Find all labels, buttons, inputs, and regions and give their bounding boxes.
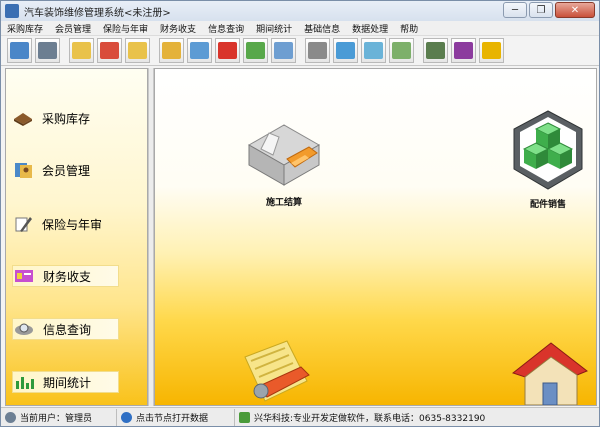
- pda-icon: [426, 42, 445, 59]
- transfer-icon: [100, 42, 119, 59]
- title-bar: 汽车装饰维修管理系统<未注册> ─ ❐ ✕: [1, 1, 599, 21]
- search-icon: [308, 42, 327, 59]
- module-settlement[interactable]: 施工结算: [239, 115, 329, 208]
- toolbar-button-umbrella[interactable]: [215, 38, 240, 63]
- printer-icon: [38, 42, 57, 59]
- minimize-icon: ─: [511, 4, 519, 16]
- home-house-icon[interactable]: [507, 337, 591, 406]
- nav-label: 期间统计: [43, 375, 92, 390]
- folder-icon: [72, 42, 91, 59]
- nav-panel: 采购库存 会员管理 保险与年审 财务收支 信息查询 期间统计: [5, 68, 148, 406]
- toolbar-button-help-book[interactable]: [451, 38, 476, 63]
- help-book-icon: [454, 42, 473, 59]
- parts-sales-cube-icon: [513, 110, 583, 190]
- edit-document-icon: [190, 42, 209, 59]
- toolbar: [1, 36, 599, 66]
- nav-label: 财务收支: [43, 269, 92, 284]
- toolbar-button-open-folder[interactable]: [159, 38, 184, 63]
- nav-item-purchase-stock[interactable]: 采购库存: [12, 107, 90, 129]
- menu-help[interactable]: 帮助: [394, 22, 424, 35]
- status-bar: 当前用户：管理员 点击节点打开数据 兴华科技:专业开发定做软件，联系电话：063…: [1, 407, 599, 426]
- minimize-button[interactable]: ─: [503, 2, 527, 18]
- purchase-stock-icon: [14, 113, 32, 126]
- nav-label: 保险与年审: [42, 217, 103, 232]
- toolbar-button-note[interactable]: [361, 38, 386, 63]
- menu-statistics[interactable]: 期间统计: [250, 22, 298, 35]
- menu-query[interactable]: 信息查询: [202, 22, 250, 35]
- status-company-text: 兴华科技:专业开发定做软件，联系电话：0635-8332190: [254, 413, 486, 424]
- exit-runner-icon: [482, 42, 501, 59]
- close-icon: ✕: [570, 4, 580, 16]
- status-user: 当前用户：管理员: [1, 408, 117, 426]
- restore-button[interactable]: ❐: [529, 2, 553, 18]
- bell-icon: [336, 42, 355, 59]
- picture-icon: [392, 42, 411, 59]
- app-icon: [5, 4, 19, 18]
- insurance-pen-icon: [15, 217, 32, 232]
- status-hint: 点击节点打开数据: [117, 408, 235, 426]
- nav-label: 会员管理: [42, 163, 91, 178]
- folder-icon: [128, 42, 147, 59]
- module-label: 配件销售: [529, 200, 566, 210]
- nav-item-query[interactable]: 信息查询: [12, 318, 119, 340]
- toolbar-button-picture[interactable]: [389, 38, 414, 63]
- close-button[interactable]: ✕: [555, 2, 595, 18]
- document-search-icon: [274, 42, 293, 59]
- toolbar-button-transfer[interactable]: [97, 38, 122, 63]
- toolbar-button-search[interactable]: [305, 38, 330, 63]
- nav-item-member[interactable]: 会员管理: [12, 159, 90, 181]
- company-icon: [239, 411, 250, 423]
- nav-label: 信息查询: [43, 322, 92, 337]
- menu-member[interactable]: 会员管理: [49, 22, 97, 35]
- notebook-icon: [246, 42, 265, 59]
- menu-bar: 采购库存 会员管理 保险与年审 财务收支 信息查询 期间统计 基础信息 数据处理…: [1, 21, 599, 36]
- nav-label: 采购库存: [42, 111, 91, 126]
- info-icon: [121, 411, 132, 423]
- toolbar-button-folder[interactable]: [125, 38, 150, 63]
- status-hint-text: 点击节点打开数据: [136, 413, 209, 424]
- user-icon: [5, 411, 16, 423]
- app-window: 汽车装饰维修管理系统<未注册> ─ ❐ ✕ 采购库存 会员管理 保险与年审 财务…: [0, 0, 600, 427]
- menu-data-processing[interactable]: 数据处理: [346, 22, 394, 35]
- settlement-drawer-icon: [247, 124, 321, 186]
- toolbar-button-notebook[interactable]: [243, 38, 268, 63]
- window-title: 汽车装饰维修管理系统<未注册>: [24, 7, 171, 19]
- nav-item-insurance[interactable]: 保险与年审: [12, 213, 102, 235]
- nav-item-finance[interactable]: 财务收支: [12, 265, 119, 287]
- toolbar-button-edit-document[interactable]: [187, 38, 212, 63]
- toolbar-button-bell[interactable]: [333, 38, 358, 63]
- menu-insurance[interactable]: 保险与年审: [97, 22, 154, 35]
- finance-icon: [15, 270, 33, 282]
- toolbar-button-exit-runner[interactable]: [479, 38, 504, 63]
- member-icon: [15, 163, 32, 178]
- menu-finance[interactable]: 财务收支: [154, 22, 202, 35]
- toolbar-button-printer[interactable]: [35, 38, 60, 63]
- toolbar-button-pda[interactable]: [423, 38, 448, 63]
- module-parts-sales[interactable]: 配件销售: [510, 109, 586, 210]
- status-company: 兴华科技:专业开发定做软件，联系电话：0635-8332190: [235, 409, 597, 426]
- computer-icon: [10, 42, 29, 59]
- module-label: 施工结算: [265, 198, 302, 208]
- toolbar-button-folder[interactable]: [69, 38, 94, 63]
- nav-item-statistics[interactable]: 期间统计: [12, 371, 119, 393]
- open-folder-icon: [162, 42, 181, 59]
- umbrella-icon: [218, 42, 237, 59]
- note-icon: [364, 42, 383, 59]
- menu-purchase-stock[interactable]: 采购库存: [1, 22, 49, 35]
- toolbar-button-document-search[interactable]: [271, 38, 296, 63]
- menu-basic-info[interactable]: 基础信息: [298, 22, 346, 35]
- restore-icon: ❐: [536, 4, 546, 16]
- status-user-text: 当前用户：管理员: [20, 413, 93, 424]
- repair-tools-icon[interactable]: [237, 337, 317, 406]
- bar-chart-icon: [16, 377, 34, 389]
- magnifier-icon: [15, 323, 33, 335]
- module-canvas: 施工结算 配件销售: [154, 68, 597, 406]
- toolbar-button-computer[interactable]: [7, 38, 32, 63]
